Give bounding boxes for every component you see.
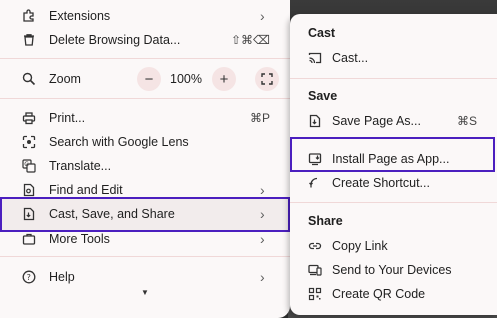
submenu-item-label: Save Page As... [332,114,421,128]
submenu-item-label: Cast... [332,51,369,65]
section-header-cast: Cast [308,26,336,40]
divider [0,98,290,99]
chevron-right-icon: › [260,206,265,222]
menu-item-zoom: Zoom − 100% + [0,66,290,92]
save-page-icon [308,114,322,128]
link-icon [308,239,322,253]
devices-icon [308,263,322,277]
menu-item-translate[interactable]: G Translate... [0,154,290,178]
find-document-icon [22,183,36,197]
menu-item-cast-save-share[interactable]: Cast, Save, and Share › [0,202,290,226]
zoom-label: Zoom [49,72,81,86]
menu-item-label: Print... [49,111,86,125]
chevron-right-icon: › [260,269,265,285]
shortcut-arrow-icon [308,176,322,190]
submenu-item-label: Create QR Code [332,287,426,301]
submenu-item-send-devices[interactable]: Send to Your Devices [290,258,497,282]
menu-item-delete-browsing-data[interactable]: Delete Browsing Data... ⇧⌘⌫ [0,28,290,52]
divider [0,58,290,59]
submenu-item-label: Send to Your Devices [332,263,452,277]
submenu-item-save-page-as[interactable]: Save Page As... ⌘S [290,109,497,133]
divider [290,78,497,79]
printer-icon [22,111,36,125]
translate-icon: G [22,159,36,173]
zoom-value: 100% [170,72,202,86]
menu-item-help[interactable]: ? Help › [0,265,290,289]
submenu-item-cast[interactable]: Cast... [290,46,497,70]
fullscreen-button[interactable] [255,67,279,91]
cast-icon [308,51,322,65]
svg-text:?: ? [27,273,31,282]
help-icon: ? [22,270,36,284]
svg-text:G: G [24,161,29,168]
submenu-item-create-shortcut[interactable]: Create Shortcut... [290,171,497,195]
menu-item-label: Extensions [49,9,111,23]
submenu-item-copy-link[interactable]: Copy Link [290,234,497,258]
highlight-install-app [290,137,495,172]
zoom-out-button[interactable]: − [137,67,161,91]
menu-item-label: Search with Google Lens [49,135,189,149]
chevron-right-icon: › [260,8,265,24]
section-header-share: Share [308,214,343,228]
menu-item-label: Help [49,270,75,284]
zoom-icon [22,72,36,86]
menu-item-label: Translate... [49,159,112,173]
puzzle-icon [22,9,36,23]
menu-item-label: Delete Browsing Data... [49,33,181,47]
scroll-down-arrow-icon[interactable]: ▼ [141,288,149,297]
submenu-item-label: Create Shortcut... [332,176,430,190]
menu-item-label: More Tools [49,232,110,246]
lens-icon [22,135,36,149]
submenu-item-label: Copy Link [332,239,388,253]
chrome-main-menu: Extensions › Delete Browsing Data... ⇧⌘⌫… [0,0,290,318]
menu-item-extensions[interactable]: Extensions › [0,4,290,28]
trash-icon [22,33,36,47]
shortcut-label: ⌘S [456,114,477,128]
menu-item-more-tools[interactable]: More Tools › [0,227,290,251]
submenu-item-qr-code[interactable]: Create QR Code [290,282,497,306]
shortcut-label: ⌘P [249,111,270,125]
menu-item-search-lens[interactable]: Search with Google Lens [0,130,290,154]
section-header-save: Save [308,89,338,103]
fullscreen-icon [261,73,273,85]
menu-item-label: Cast, Save, and Share [49,207,175,221]
shortcut-label: ⇧⌘⌫ [230,33,270,47]
divider [0,256,290,257]
save-share-icon [22,207,36,221]
toolbox-icon [22,232,36,246]
zoom-in-button[interactable]: + [212,67,236,91]
qr-code-icon [308,287,322,301]
menu-item-label: Find and Edit [49,183,123,197]
divider [290,202,497,203]
menu-item-print[interactable]: Print... ⌘P [0,106,290,130]
chevron-right-icon: › [260,182,265,198]
chevron-right-icon: › [260,231,265,247]
